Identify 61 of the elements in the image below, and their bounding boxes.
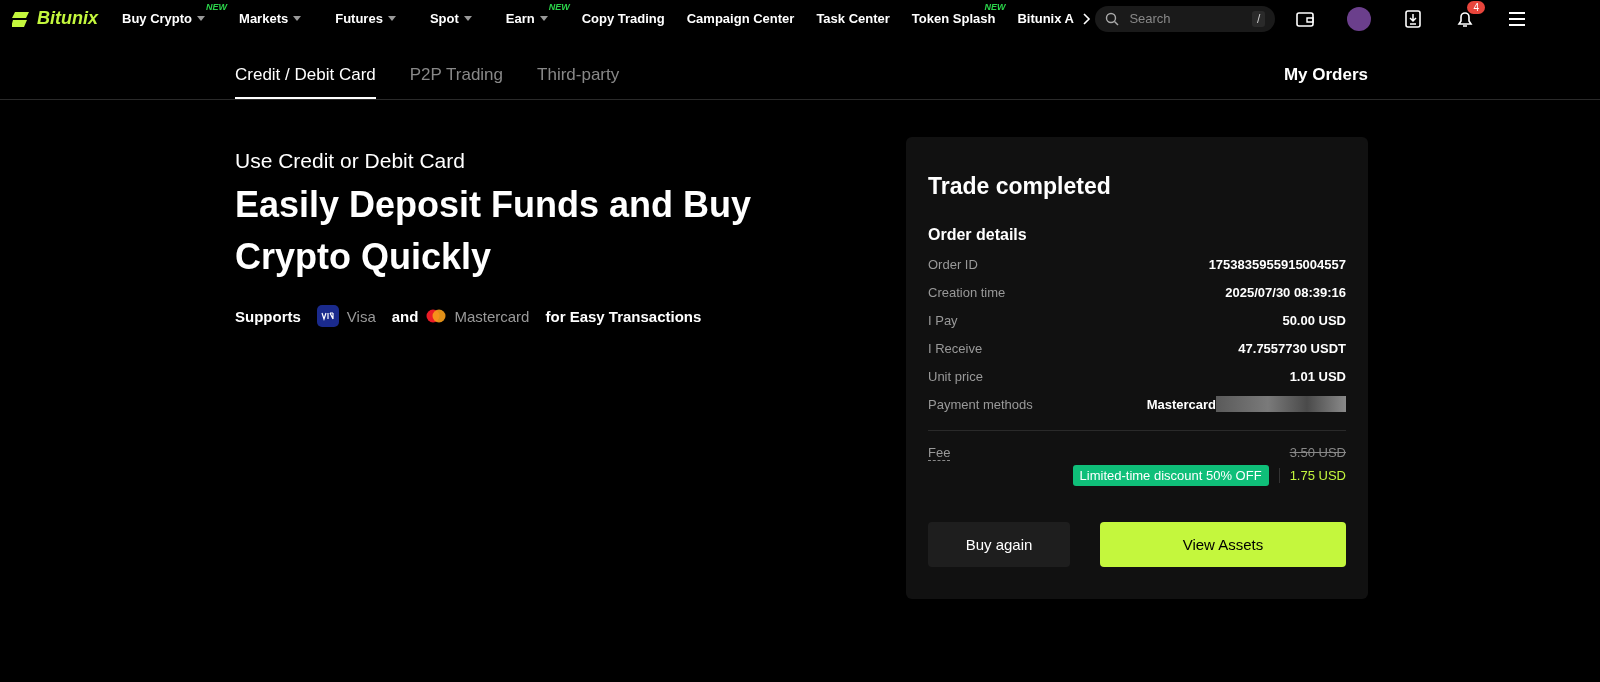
mastercard-icon xyxy=(426,309,447,324)
my-orders-link[interactable]: My Orders xyxy=(1283,65,1368,99)
nav-link[interactable]: Task Center xyxy=(816,11,890,26)
detail-value: 47.7557730 USDT xyxy=(1238,340,1346,356)
card-title: Trade completed xyxy=(928,173,1112,200)
buy-again-button[interactable]: Buy again xyxy=(928,522,1070,567)
nav-link[interactable]: Campaign Center xyxy=(686,11,795,26)
tab[interactable]: P2P Trading xyxy=(409,65,504,99)
detail-label: Payment methods xyxy=(928,396,1033,412)
avatar[interactable] xyxy=(1347,6,1372,31)
card-brand-label: Mastercard xyxy=(454,307,530,325)
tab[interactable]: Third-party xyxy=(537,65,620,99)
subtitle: Use Credit or Debit Card xyxy=(235,149,466,173)
supports-text: and xyxy=(391,307,419,325)
caret-icon xyxy=(293,16,302,21)
detail-label: Order ID xyxy=(928,256,978,272)
chevron-right-icon[interactable] xyxy=(1083,12,1092,25)
card-brand-label: Visa xyxy=(346,307,376,325)
logo-text[interactable]: Bitunix xyxy=(37,8,98,29)
caret-icon xyxy=(539,16,548,21)
caret-icon xyxy=(463,16,472,21)
nav-link[interactable]: Copy Trading xyxy=(581,11,665,26)
detail-label: I Pay xyxy=(928,312,958,328)
supports-text: Supports xyxy=(235,307,301,325)
detail-value: 1753835955915004557 xyxy=(1208,256,1346,272)
original-fee: 3.50 USD xyxy=(1289,445,1346,460)
detail-value: 1.01 USD xyxy=(1289,368,1346,384)
headline: Easily Deposit Funds and Buy Crypto Quickly xyxy=(235,183,753,280)
download-icon[interactable] xyxy=(1403,8,1424,29)
nav-link[interactable]: Bitunix A xyxy=(1017,11,1074,26)
detail-value: 50.00 USD xyxy=(1282,312,1346,328)
tab[interactable]: Credit / Debit Card xyxy=(235,65,376,99)
caret-icon xyxy=(197,16,206,21)
nav-link[interactable]: Markets xyxy=(239,11,289,26)
fee-label[interactable]: Fee xyxy=(928,445,951,461)
notification-badge: 4 xyxy=(1467,0,1485,14)
detail-value: Mastercard xyxy=(1146,396,1216,412)
detail-value: 2025/07/30 08:39:16 xyxy=(1225,284,1346,300)
new-label: NEW xyxy=(548,2,570,12)
search-field[interactable]: Search / xyxy=(1095,5,1276,32)
detail-label: I Receive xyxy=(928,340,983,356)
view-assets-button[interactable]: View Assets xyxy=(1100,522,1346,567)
logo-icon xyxy=(12,9,32,28)
visa-card-icon xyxy=(316,305,339,328)
caret-icon xyxy=(387,16,396,21)
new-label: NEW xyxy=(206,2,228,12)
search-icon xyxy=(1105,11,1120,26)
final-fee: 1.75 USD xyxy=(1278,468,1346,483)
detail-label: Creation time xyxy=(928,284,1006,300)
supports-text: for Easy Transactions xyxy=(545,307,702,325)
nav-link[interactable]: Token Splash xyxy=(911,11,996,26)
nav-link[interactable]: Spot xyxy=(429,11,459,26)
nav-link[interactable]: Futures xyxy=(335,11,383,26)
discount-badge: Limited-time discount 50% OFF xyxy=(1072,465,1269,486)
section-title: Order details xyxy=(928,226,1028,244)
nav-link[interactable]: Earn xyxy=(505,11,535,26)
nav-link[interactable]: Buy Crypto xyxy=(122,11,193,26)
shortcut-key: / xyxy=(1252,10,1266,27)
new-label: NEW xyxy=(984,2,1006,12)
detail-label: Unit price xyxy=(928,368,983,384)
search-input[interactable]: Search xyxy=(1127,10,1245,27)
